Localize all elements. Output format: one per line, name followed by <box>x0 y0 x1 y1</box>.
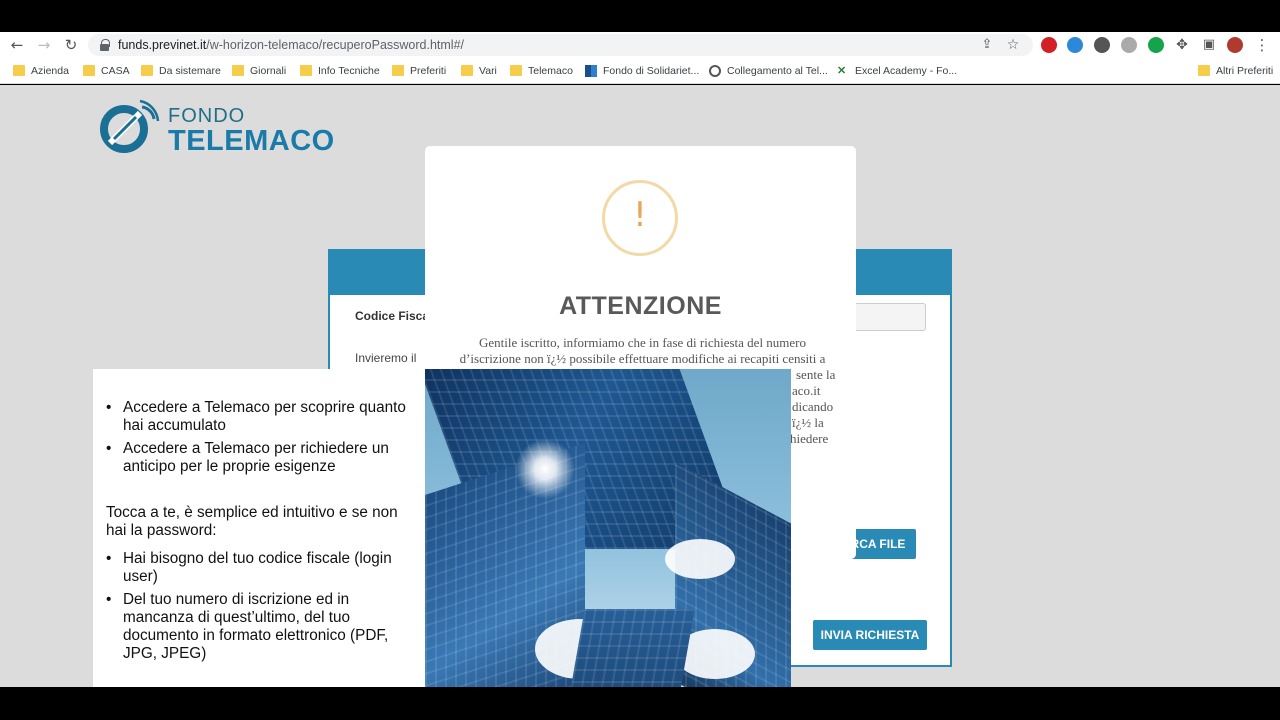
codice-fiscale-label: Codice Fisca <box>355 309 430 323</box>
invieremo-text: Invieremo il <box>355 351 417 365</box>
list-item: Hai bisogno del tuo codice fiscale (logi… <box>106 550 413 586</box>
bookmarks-bar: Azienda CASA Da sistemare Giornali Info … <box>0 58 1280 84</box>
bookmark-excel-academy[interactable]: ✕ Excel Academy - Fo... <box>837 64 957 78</box>
url-bar[interactable]: funds.previnet.it/w-horizon-telemaco/rec… <box>88 34 1033 56</box>
modal-line-partial: hiedere <box>790 431 829 446</box>
modal-line-partial: aco.it <box>792 383 821 398</box>
modal-title: ATTENZIONE <box>559 292 722 320</box>
warning-icon: ! <box>602 180 678 256</box>
bookmark-fondo-solidarieta[interactable]: Fondo di Solidariet... <box>585 64 699 78</box>
list-item: Del tuo numero di iscrizione ed in manca… <box>106 591 413 663</box>
browser-toolbar: ← → ↻ funds.previnet.it/w-horizon-telema… <box>0 32 1280 58</box>
list-item: Accedere a Telemaco per richiedere un an… <box>106 440 413 476</box>
bookmark-vari[interactable]: Vari <box>461 64 497 78</box>
invia-richiesta-button[interactable]: INVIA RICHIESTA <box>813 620 927 650</box>
modal-message: Gentile iscritto, informiamo che in fase… <box>445 335 840 366</box>
opera-extension-icon[interactable] <box>1041 37 1057 53</box>
skyscrapers-image <box>425 369 791 687</box>
profile-avatar[interactable] <box>1227 37 1243 53</box>
excel-icon: ✕ <box>837 65 847 77</box>
video-top-bar <box>0 0 1280 32</box>
satellite-icon <box>100 99 160 153</box>
forward-icon[interactable]: → <box>35 36 53 54</box>
grammarly-extension-icon[interactable] <box>1148 37 1164 53</box>
share-icon[interactable]: ⇪ <box>978 36 996 54</box>
bookmark-giornali[interactable]: Giornali <box>232 64 286 78</box>
back-icon[interactable]: ← <box>8 36 26 54</box>
modal-line: d’iscrizione non ï¿½ possibile effettuar… <box>459 350 826 366</box>
puzzle-icon[interactable]: ✥ <box>1173 36 1191 54</box>
page-content: FONDO TELEMACO Codice Fisca Invieremo il… <box>0 85 1280 687</box>
bookmark-altri-preferiti[interactable]: Altri Preferiti <box>1198 64 1273 78</box>
check-extension-icon[interactable] <box>1067 37 1083 53</box>
video-bottom-bar <box>0 687 1280 720</box>
modal-line-partial: ï¿½ la <box>792 415 824 430</box>
codice-fiscale-input[interactable] <box>850 303 926 331</box>
benefits-list: Accedere a Telemaco per scoprire quanto … <box>106 399 413 481</box>
globe-icon <box>709 65 721 77</box>
menu-icon[interactable]: ⋮ <box>1253 36 1271 54</box>
bookmark-azienda[interactable]: Azienda <box>13 64 69 78</box>
site-icon <box>585 65 597 77</box>
folder-icon <box>141 65 153 76</box>
list-item: Accedere a Telemaco per scoprire quanto … <box>106 399 413 435</box>
bookmark-telemaco[interactable]: Telemaco <box>510 64 573 78</box>
bookmark-info-tecniche[interactable]: Info Tecniche <box>300 64 380 78</box>
bookmark-casa[interactable]: CASA <box>83 64 130 78</box>
overlay-paragraph: Tocca a te, è semplice ed intuitivo e se… <box>106 504 398 539</box>
sidepanel-icon[interactable]: ▣ <box>1200 36 1218 54</box>
grammar-extension-icon[interactable] <box>1094 37 1110 53</box>
extension-icon[interactable] <box>1121 37 1137 53</box>
folder-icon <box>232 65 244 76</box>
folder-icon <box>461 65 473 76</box>
requirements-list: Hai bisogno del tuo codice fiscale (logi… <box>106 550 413 668</box>
bookmark-preferiti[interactable]: Preferiti <box>392 64 446 78</box>
modal-line-partial: sente la <box>796 367 836 382</box>
url-text: funds.previnet.it/w-horizon-telemaco/rec… <box>118 38 464 52</box>
folder-icon <box>392 65 404 76</box>
folder-icon <box>300 65 312 76</box>
logo-text-telemaco: TELEMACO <box>168 125 335 157</box>
bookmark-star-icon[interactable]: ☆ <box>1004 36 1022 54</box>
folder-icon <box>1198 65 1210 76</box>
info-overlay-panel: Accedere a Telemaco per scoprire quanto … <box>93 369 426 687</box>
lock-icon <box>100 39 110 51</box>
folder-icon <box>13 65 25 76</box>
folder-icon <box>83 65 95 76</box>
folder-icon <box>510 65 522 76</box>
fondo-telemaco-logo: FONDO TELEMACO <box>100 99 340 159</box>
modal-line-partial: dicando <box>792 399 834 414</box>
bookmark-collegamento[interactable]: Collegamento al Tel... <box>709 64 828 78</box>
bookmark-da-sistemare[interactable]: Da sistemare <box>141 64 221 78</box>
modal-line: Gentile iscritto, informiamo che in fase… <box>478 335 807 350</box>
reload-icon[interactable]: ↻ <box>62 36 80 54</box>
